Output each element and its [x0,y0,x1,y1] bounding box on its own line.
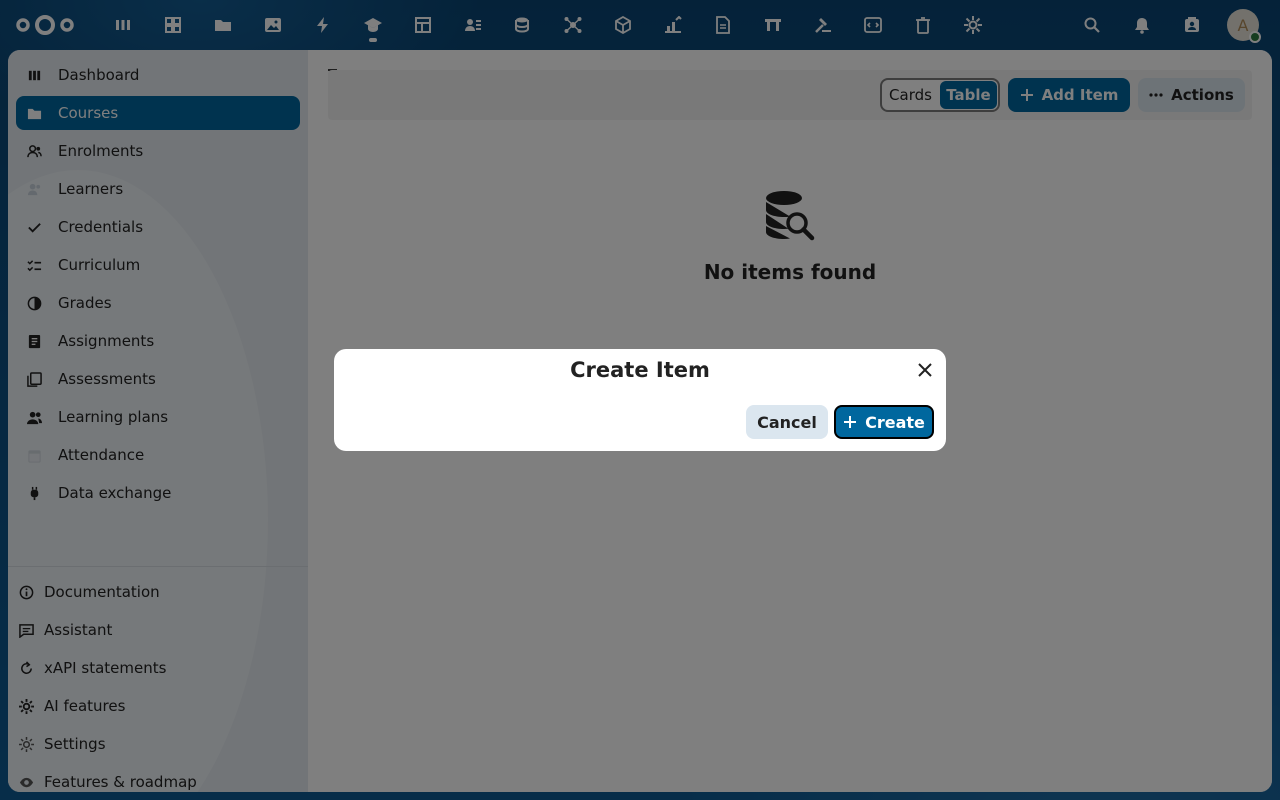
cancel-button[interactable]: Cancel [746,405,828,439]
dialog-title: Create Item [570,358,710,382]
create-item-dialog: Create Item Cancel Create [334,349,946,451]
create-button[interactable]: Create [834,405,934,439]
plus-icon [844,416,857,428]
create-label: Create [865,412,925,432]
close-icon [918,363,932,377]
close-button[interactable] [910,357,940,383]
